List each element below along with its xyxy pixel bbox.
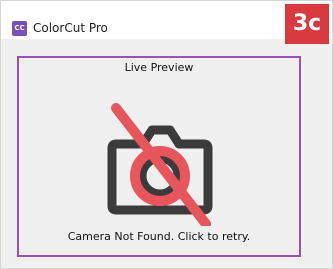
- step-badge: 3c: [285, 4, 329, 44]
- camera-off-icon: [107, 103, 213, 226]
- camera-status-message[interactable]: Camera Not Found. Click to retry.: [19, 230, 299, 244]
- preview-label: Live Preview: [124, 61, 194, 74]
- app-logo-icon: CC: [12, 21, 27, 36]
- live-preview-panel[interactable]: Live Preview Camera Not Found. Click to …: [17, 56, 301, 257]
- app-window: CC ColorCut Pro Live Preview Camera Not …: [0, 0, 333, 269]
- app-title: ColorCut Pro: [33, 21, 108, 35]
- title-bar: CC ColorCut Pro: [1, 1, 332, 39]
